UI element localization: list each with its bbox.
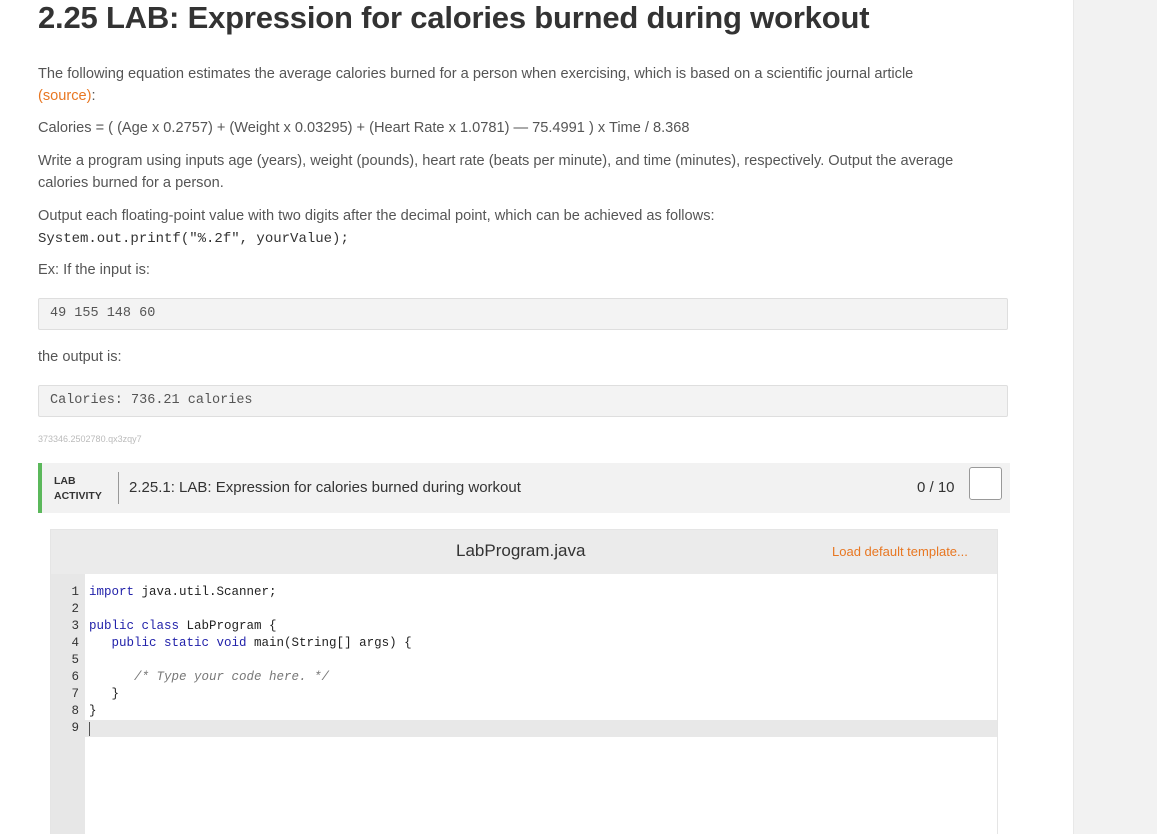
line-number: 9: [71, 721, 79, 735]
completion-checkbox-icon: [969, 467, 1002, 500]
source-colon: :: [91, 88, 96, 104]
load-default-template-link[interactable]: Load default template...: [832, 544, 968, 559]
example-label: Ex: If the input is:: [38, 262, 150, 278]
example-output-box: Calories: 736.21 calories: [38, 385, 1008, 417]
equation-text: Calories = ( (Age x 0.2757) + (Weight x …: [38, 120, 690, 136]
right-side-panel: [1073, 0, 1157, 834]
code-line-6: /* Type your code here. */: [89, 670, 330, 684]
lab-activity-header: LAB ACTIVITY 2.25.1: LAB: Expression for…: [38, 463, 1010, 513]
lab-score: 0 / 10: [917, 479, 955, 496]
example-input-box: 49 155 148 60: [38, 298, 1008, 330]
code-line-4: public static void main(String[] args) {: [89, 635, 412, 652]
active-line-highlight: [85, 720, 997, 737]
code-line-3: public class LabProgram {: [89, 618, 277, 635]
format-note: Output each floating-point value with tw…: [38, 208, 715, 224]
code-text-area[interactable]: import java.util.Scanner; public class L…: [85, 574, 997, 834]
keyword: import: [89, 585, 135, 599]
line-number: 8: [71, 704, 79, 718]
code-text: java.util.Scanner;: [134, 585, 277, 599]
printf-code: System.out.printf("%.2f", yourValue);: [38, 231, 349, 247]
line-number: 3: [71, 619, 79, 633]
editor-toolbar: LabProgram.java Load default template...: [51, 530, 997, 574]
line-number: 4: [71, 636, 79, 650]
lab-activity-title: 2.25.1: LAB: Expression for calories bur…: [129, 479, 521, 496]
line-number: 6: [71, 670, 79, 684]
line-number-gutter: 1 2 3 4 5 6 7 8 9: [51, 574, 85, 834]
activity-id: 373346.2502780.qx3zqy7: [38, 434, 142, 444]
lab-activity-tag: LAB ACTIVITY: [54, 474, 102, 504]
code-text: LabProgram {: [179, 619, 277, 633]
keyword: public class: [89, 619, 180, 633]
lab-header-divider: [118, 472, 119, 504]
keyword: public static void: [111, 636, 247, 650]
code-line-8: }: [89, 704, 97, 718]
code-text: main(String[] args) {: [246, 636, 412, 650]
instructions-text: Write a program using inputs age (years)…: [38, 153, 954, 191]
code-line-7: }: [89, 687, 120, 701]
file-name: LabProgram.java: [456, 541, 586, 560]
line-number: 1: [71, 585, 79, 599]
code-line-1: import java.util.Scanner;: [89, 584, 277, 601]
page-title: 2.25 LAB: Expression for calories burned…: [38, 0, 870, 35]
source-link[interactable]: (source): [38, 88, 92, 104]
lab-tag-line2: ACTIVITY: [54, 490, 102, 502]
text-cursor: [89, 722, 90, 736]
intro-text: The following equation estimates the ave…: [38, 66, 914, 82]
line-number: 2: [71, 602, 79, 616]
intro-paragraph: The following equation estimates the ave…: [38, 63, 988, 107]
line-number: 7: [71, 687, 79, 701]
line-number: 5: [71, 653, 79, 667]
lab-tag-line1: LAB: [54, 475, 76, 487]
output-label: the output is:: [38, 349, 122, 365]
code-editor: LabProgram.java Load default template...…: [50, 529, 998, 834]
